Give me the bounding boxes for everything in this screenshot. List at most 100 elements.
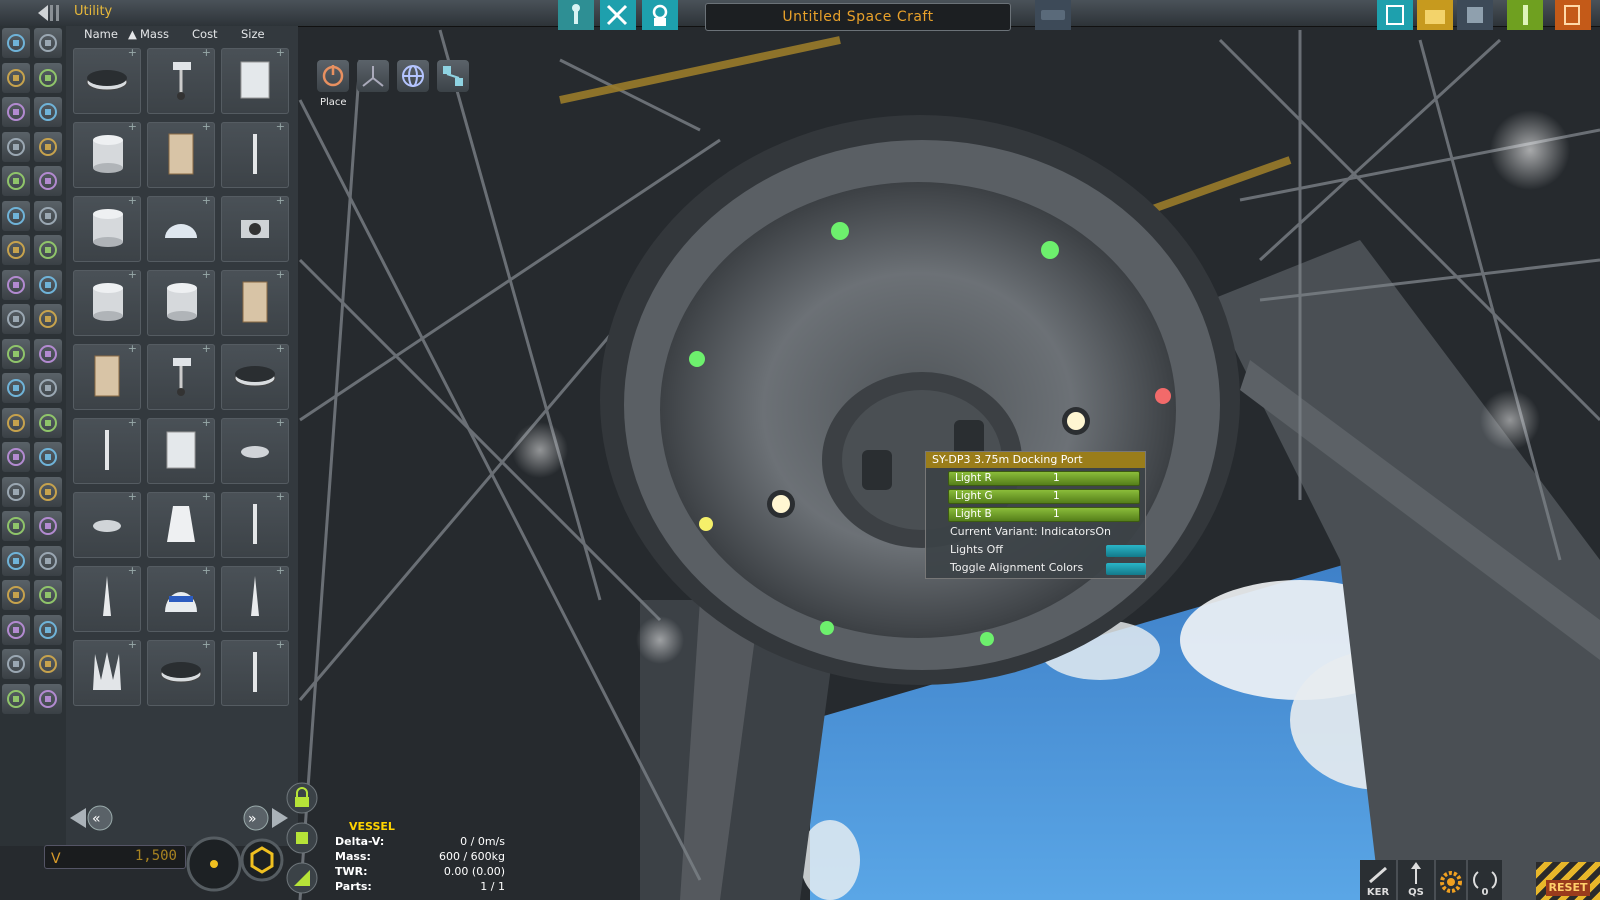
part-tile[interactable]: + [147,268,215,336]
sort-by-size[interactable]: Size [241,27,265,41]
part-tile[interactable]: + [221,564,289,632]
antenna-button[interactable]: 0 [1468,860,1502,900]
quicksave-button[interactable]: QS [1398,860,1434,900]
sort-by-name[interactable]: Name [84,27,118,41]
part-tile[interactable]: + [221,268,289,336]
category-button[interactable] [34,28,62,58]
part-tile[interactable]: + [147,490,215,558]
reset-button[interactable]: RESET [1536,862,1600,900]
rotate-tool-button[interactable] [397,60,429,92]
part-tile[interactable]: + [73,120,141,188]
part-action-title[interactable]: SY-DP3 3.75m Docking Port [926,452,1145,468]
category-button[interactable] [34,338,62,369]
crew-view-button[interactable] [286,822,318,858]
root-tool-button[interactable] [437,60,469,92]
category-button[interactable] [2,304,30,334]
craft-name-field[interactable]: Untitled Space Craft [705,3,1011,31]
next-page-button[interactable]: » [238,804,290,832]
part-tile[interactable]: + [73,194,141,262]
category-button[interactable] [2,166,30,196]
exit-editor-button[interactable] [1555,0,1591,30]
category-button[interactable] [34,476,62,507]
category-button[interactable] [34,442,62,472]
load-craft-button[interactable] [1417,0,1453,30]
category-button[interactable] [2,373,30,403]
category-button[interactable] [2,442,30,472]
part-tile[interactable]: + [221,46,289,114]
light-b-slider[interactable]: Light B 1 [948,507,1140,522]
part-tile[interactable]: + [73,268,141,336]
category-button[interactable] [2,131,30,162]
symmetry-mode-button[interactable] [1035,0,1073,30]
category-button[interactable] [34,614,62,645]
part-tile[interactable]: + [73,342,141,410]
part-tile[interactable]: + [73,490,141,558]
part-tile[interactable]: + [221,194,289,262]
light-r-slider[interactable]: Light R 1 [948,471,1140,486]
category-button[interactable] [2,614,30,645]
category-button[interactable] [2,235,30,265]
part-tile[interactable]: + [73,564,141,632]
previous-page-button[interactable]: « [68,804,120,832]
category-button[interactable] [34,511,62,541]
launch-button[interactable] [1507,0,1543,30]
sort-by-mass[interactable]: Mass [140,27,169,41]
save-craft-button[interactable] [1457,0,1493,30]
part-tile[interactable]: + [147,638,215,706]
part-tile[interactable]: + [221,342,289,410]
toggle-alignment-colors-toggle[interactable] [1106,563,1146,575]
category-button[interactable] [34,580,62,610]
part-tile[interactable]: + [147,342,215,410]
category-button[interactable] [34,545,62,576]
category-button[interactable] [2,338,30,369]
category-button[interactable] [2,545,30,576]
part-tile[interactable]: + [73,416,141,484]
new-craft-button[interactable] [1377,0,1413,30]
part-tile[interactable]: + [147,120,215,188]
part-tile[interactable]: + [73,638,141,706]
category-button[interactable] [34,131,62,162]
engineers-report-button[interactable] [600,0,636,30]
staging-view-button[interactable] [286,862,318,898]
angle-snap-button[interactable] [240,838,284,886]
part-placement-mode-button[interactable] [186,836,242,896]
category-button[interactable] [34,304,62,334]
category-button[interactable] [34,683,62,714]
place-tool-button[interactable] [317,60,349,92]
lock-button[interactable] [286,782,318,818]
offset-tool-button[interactable] [357,60,389,92]
category-button[interactable] [34,235,62,265]
lights-off-toggle[interactable] [1106,545,1146,557]
part-tile[interactable]: + [221,638,289,706]
category-button[interactable] [2,269,30,300]
category-button[interactable] [34,407,62,438]
category-button[interactable] [34,269,62,300]
part-tile[interactable]: + [221,416,289,484]
vab-launch-site-button[interactable] [558,0,594,30]
category-button[interactable] [34,649,62,679]
category-button[interactable] [2,97,30,127]
category-button[interactable] [2,200,30,231]
category-button[interactable] [34,200,62,231]
category-button[interactable] [2,407,30,438]
part-tile[interactable]: + [221,120,289,188]
crew-assignment-button[interactable] [642,0,678,30]
light-g-slider[interactable]: Light G 1 [948,489,1140,504]
category-button[interactable] [34,166,62,196]
settings-button[interactable] [1436,860,1466,900]
category-button[interactable] [2,62,30,93]
ker-button[interactable]: KER [1360,860,1396,900]
category-button[interactable] [34,373,62,403]
category-button[interactable] [2,683,30,714]
part-tile[interactable]: + [147,564,215,632]
part-tile[interactable]: + [221,490,289,558]
category-button[interactable] [2,649,30,679]
category-button[interactable] [34,62,62,93]
part-tile[interactable]: + [147,194,215,262]
category-button[interactable] [2,511,30,541]
category-button[interactable] [2,28,30,58]
category-button[interactable] [2,580,30,610]
part-tile[interactable]: + [73,46,141,114]
category-button[interactable] [2,476,30,507]
part-tile[interactable]: + [147,416,215,484]
